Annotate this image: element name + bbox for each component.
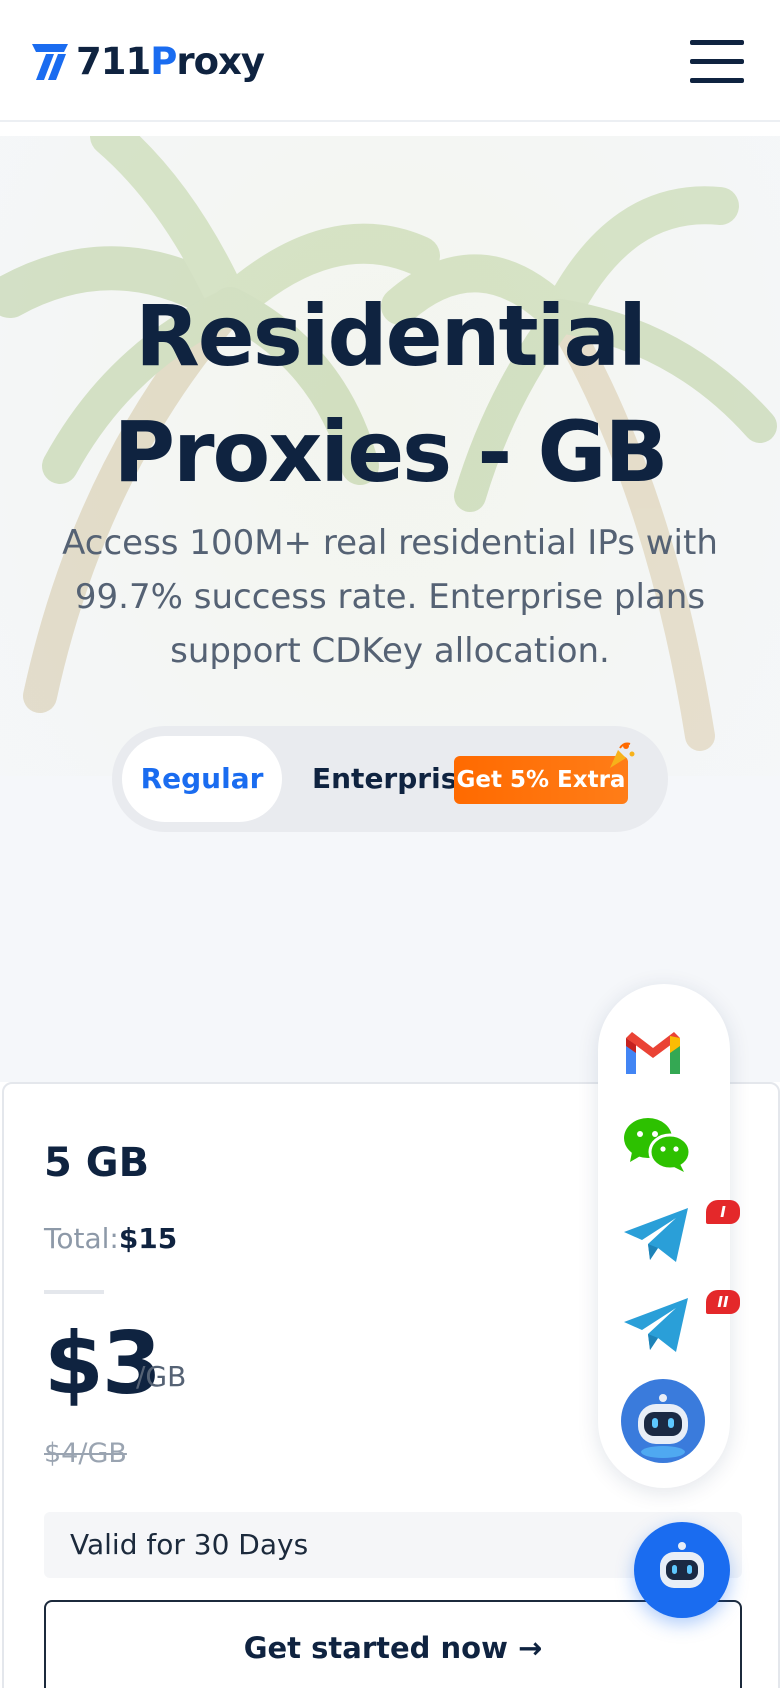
- total-value: $15: [118, 1222, 178, 1255]
- hero-section: Residential Proxies - GB Access 100M+ re…: [0, 136, 780, 1082]
- telegram-badge-1: I: [706, 1200, 740, 1224]
- original-price: $4/GB: [44, 1438, 127, 1469]
- plan-type-toggle: Regular Enterprise Get 5% Extra: [112, 726, 668, 832]
- plan-total: Total:$15: [44, 1222, 177, 1255]
- wechat-icon: [624, 1118, 692, 1172]
- telegram-icon: [624, 1298, 688, 1352]
- telegram-contact-button-1[interactable]: I: [622, 1198, 740, 1268]
- divider: [44, 1290, 104, 1294]
- tab-regular[interactable]: Regular: [122, 736, 282, 822]
- site-logo[interactable]: 711Proxy: [32, 40, 265, 84]
- gmail-contact-button[interactable]: [622, 1018, 706, 1088]
- menu-line: [690, 78, 744, 83]
- tab-enterprise[interactable]: Enterprise: [312, 736, 476, 822]
- extra-bonus-badge[interactable]: Get 5% Extra: [454, 756, 628, 804]
- plan-size: 5 GB: [44, 1140, 150, 1186]
- top-header: 711Proxy: [0, 0, 780, 122]
- party-popper-icon: [610, 742, 635, 768]
- gmail-icon: [626, 1032, 680, 1074]
- ai-assistant-button[interactable]: [620, 1378, 706, 1464]
- menu-line: [690, 59, 744, 64]
- contact-sidebar: I II: [598, 984, 740, 1488]
- get-started-label: Get started now: [243, 1631, 508, 1665]
- menu-line: [690, 40, 744, 45]
- logo-text: 711Proxy: [76, 40, 265, 83]
- page-subtitle: Access 100M+ real residential IPs with 9…: [62, 523, 718, 671]
- robot-assistant-icon: [621, 1379, 705, 1463]
- hamburger-menu-button[interactable]: [690, 40, 744, 84]
- price-unit: /GB: [136, 1360, 187, 1393]
- telegram-contact-button-2[interactable]: II: [622, 1288, 740, 1358]
- chat-assistant-fab[interactable]: [634, 1522, 730, 1618]
- wechat-contact-button[interactable]: [622, 1108, 706, 1178]
- telegram-icon: [624, 1208, 688, 1262]
- robot-chat-icon: [660, 1542, 704, 1588]
- logo-mark-icon: [32, 44, 68, 80]
- telegram-badge-2: II: [706, 1290, 740, 1314]
- total-label: Total:: [44, 1222, 119, 1255]
- arrow-right-icon: →: [517, 1631, 543, 1665]
- page-title: Residential Proxies - GB: [113, 287, 669, 501]
